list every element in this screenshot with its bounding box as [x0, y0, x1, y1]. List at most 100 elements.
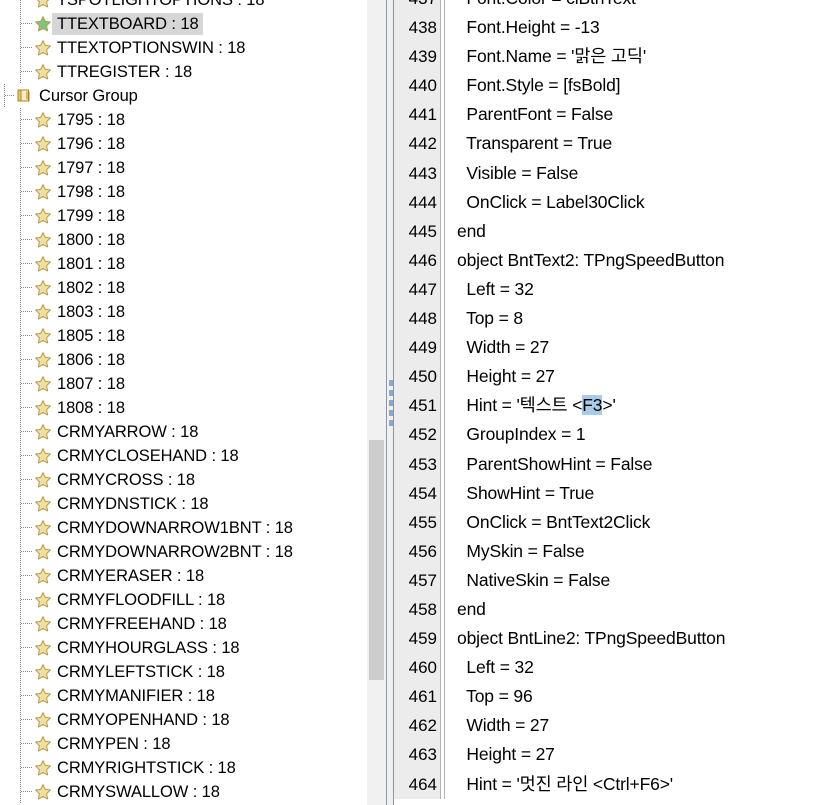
tree-item-25[interactable]: CRMYFLOODFILL : 18 — [0, 588, 366, 612]
code-line-457[interactable]: 457 NativeSkin = False — [394, 565, 822, 595]
tree-vertical-scrollbar[interactable] — [366, 0, 386, 805]
code-text[interactable]: Hint = '멋진 라인 <Ctrl+F6>' — [445, 770, 822, 799]
tree-item-19[interactable]: CRMYCLOSEHAND : 18 — [0, 444, 366, 468]
code-text[interactable]: Left = 32 — [445, 275, 822, 304]
code-line-440[interactable]: 440 Font.Style = [fsBold] — [394, 71, 822, 101]
code-line-460[interactable]: 460 Left = 32 — [394, 653, 822, 683]
code-line-452[interactable]: 452 GroupIndex = 1 — [394, 420, 822, 450]
code-line-444[interactable]: 444 OnClick = Label30Click — [394, 187, 822, 217]
tree-guide-line — [20, 420, 21, 444]
resource-tree-list[interactable]: TSPOTLIGHTOPTIONS : 18 TTEXTBOARD : 18 TTE… — [0, 0, 366, 804]
tree-item-10[interactable]: 1800 : 18 — [0, 228, 366, 252]
code-text[interactable]: Hint = '텍스트 <F3>' — [445, 391, 822, 420]
code-text[interactable]: Font.Height = -13 — [445, 13, 822, 42]
code-text[interactable]: end — [445, 217, 822, 246]
panel-splitter[interactable] — [386, 0, 394, 805]
code-line-453[interactable]: 453 ParentShowHint = False — [394, 449, 822, 479]
tree-item-13[interactable]: 1803 : 18 — [0, 300, 366, 324]
code-text[interactable]: ShowHint = True — [445, 479, 822, 508]
splitter-grip-icon[interactable] — [389, 379, 393, 426]
tree-item-6[interactable]: 1796 : 18 — [0, 132, 366, 156]
code-text[interactable]: object BntLine2: TPngSpeedButton — [445, 624, 822, 653]
tree-item-28[interactable]: CRMYLEFTSTICK : 18 — [0, 660, 366, 684]
code-line-448[interactable]: 448 Top = 8 — [394, 304, 822, 334]
selected-text[interactable]: F3 — [582, 395, 603, 416]
tree-item-5[interactable]: 1795 : 18 — [0, 108, 366, 132]
tree-item-12[interactable]: 1802 : 18 — [0, 276, 366, 300]
tree-item-9[interactable]: 1799 : 18 — [0, 204, 366, 228]
code-line-450[interactable]: 450 Height = 27 — [394, 362, 822, 392]
code-text[interactable]: Top = 8 — [445, 304, 822, 333]
code-line-442[interactable]: 442 Transparent = True — [394, 129, 822, 159]
code-text[interactable]: MySkin = False — [445, 537, 822, 566]
tree-item-20[interactable]: CRMYCROSS : 18 — [0, 468, 366, 492]
code-line-458[interactable]: 458 end — [394, 594, 822, 625]
tree-item-26[interactable]: CRMYFREEHAND : 18 — [0, 612, 366, 636]
tree-item-11[interactable]: 1801 : 18 — [0, 252, 366, 276]
code-text[interactable]: NativeSkin = False — [445, 566, 822, 595]
code-line-438[interactable]: 438 Font.Height = -13 — [394, 13, 822, 43]
tree-item-27[interactable]: CRMYHOURGLASS : 18 — [0, 636, 366, 660]
tree-item-32[interactable]: CRMYRIGHTSTICK : 18 — [0, 756, 366, 780]
code-line-439[interactable]: 439 Font.Name = '맑은 고딕' — [394, 42, 822, 72]
tree-item-17[interactable]: 1808 : 18 — [0, 396, 366, 420]
code-text[interactable]: Transparent = True — [445, 129, 822, 158]
code-text[interactable]: Top = 96 — [445, 682, 822, 711]
code-line-list[interactable]: 437 Font.Color = clBtnText438 Font.Heigh… — [394, 0, 822, 799]
tree-item-33[interactable]: CRMYSWALLOW : 18 — [0, 780, 366, 804]
code-line-437[interactable]: 437 Font.Color = clBtnText — [394, 0, 822, 14]
code-text[interactable]: Font.Name = '맑은 고딕' — [445, 42, 822, 71]
tree-item-15[interactable]: 1806 : 18 — [0, 348, 366, 372]
code-text[interactable]: Width = 27 — [445, 333, 822, 362]
code-text[interactable]: ParentFont = False — [445, 100, 822, 129]
code-text[interactable]: ParentShowHint = False — [445, 450, 822, 479]
code-line-443[interactable]: 443 Visible = False — [394, 158, 822, 188]
code-text[interactable]: Height = 27 — [445, 740, 822, 769]
tree-item-4[interactable]: Cursor Group — [0, 84, 366, 108]
tree-item-2[interactable]: TTEXTOPTIONSWIN : 18 — [0, 36, 366, 60]
code-text[interactable]: Font.Style = [fsBold] — [445, 71, 822, 100]
code-text[interactable]: GroupIndex = 1 — [445, 420, 822, 449]
tree-item-31[interactable]: CRMYPEN : 18 — [0, 732, 366, 756]
code-line-456[interactable]: 456 MySkin = False — [394, 536, 822, 566]
resource-tree-panel[interactable]: TSPOTLIGHTOPTIONS : 18 TTEXTBOARD : 18 TTE… — [0, 0, 366, 805]
code-line-464[interactable]: 464 Hint = '멋진 라인 <Ctrl+F6>' — [394, 769, 822, 799]
tree-item-24[interactable]: CRMYERASER : 18 — [0, 564, 366, 588]
code-line-463[interactable]: 463 Height = 27 — [394, 740, 822, 770]
code-line-451[interactable]: 451 Hint = '텍스트 <F3>' — [394, 391, 822, 421]
code-line-455[interactable]: 455 OnClick = BntText2Click — [394, 507, 822, 537]
tree-item-23[interactable]: CRMYDOWNARROW2BNT : 18 — [0, 540, 366, 564]
tree-item-14[interactable]: 1805 : 18 — [0, 324, 366, 348]
code-text[interactable]: Font.Color = clBtnText — [445, 0, 822, 13]
code-line-461[interactable]: 461 Top = 96 — [394, 682, 822, 712]
code-line-462[interactable]: 462 Width = 27 — [394, 711, 822, 741]
tree-item-3[interactable]: TTREGISTER : 18 — [0, 60, 366, 84]
tree-item-18[interactable]: CRMYARROW : 18 — [0, 420, 366, 444]
tree-item-21[interactable]: CRMYDNSTICK : 18 — [0, 492, 366, 516]
code-text[interactable]: OnClick = BntText2Click — [445, 508, 822, 537]
code-line-454[interactable]: 454 ShowHint = True — [394, 478, 822, 508]
tree-item-1[interactable]: TTEXTBOARD : 18 — [0, 12, 366, 36]
code-line-449[interactable]: 449 Width = 27 — [394, 333, 822, 363]
code-text[interactable]: Visible = False — [445, 159, 822, 188]
code-line-459[interactable]: 459 object BntLine2: TPngSpeedButton — [394, 624, 822, 654]
tree-item-16[interactable]: 1807 : 18 — [0, 372, 366, 396]
tree-item-0[interactable]: TSPOTLIGHTOPTIONS : 18 — [0, 0, 366, 12]
tree-item-22[interactable]: CRMYDOWNARROW1BNT : 18 — [0, 516, 366, 540]
code-text[interactable]: Width = 27 — [445, 711, 822, 740]
code-line-446[interactable]: 446 object BntText2: TPngSpeedButton — [394, 245, 822, 275]
code-text[interactable]: Height = 27 — [445, 362, 822, 391]
code-line-447[interactable]: 447 Left = 32 — [394, 274, 822, 305]
code-text[interactable]: end — [445, 595, 822, 624]
code-viewer-panel[interactable]: 437 Font.Color = clBtnText438 Font.Heigh… — [394, 0, 822, 805]
code-line-445[interactable]: 445 end — [394, 216, 822, 246]
tree-item-29[interactable]: CRMYMANIFIER : 18 — [0, 684, 366, 708]
code-line-441[interactable]: 441 ParentFont = False — [394, 100, 822, 130]
tree-item-30[interactable]: CRMYOPENHAND : 18 — [0, 708, 366, 732]
tree-item-8[interactable]: 1798 : 18 — [0, 180, 366, 204]
code-text[interactable]: Left = 32 — [445, 653, 822, 682]
code-text[interactable]: object BntText2: TPngSpeedButton — [445, 246, 822, 275]
tree-scrollbar-thumb[interactable] — [369, 440, 384, 680]
tree-item-7[interactable]: 1797 : 18 — [0, 156, 366, 180]
code-text[interactable]: OnClick = Label30Click — [445, 188, 822, 217]
